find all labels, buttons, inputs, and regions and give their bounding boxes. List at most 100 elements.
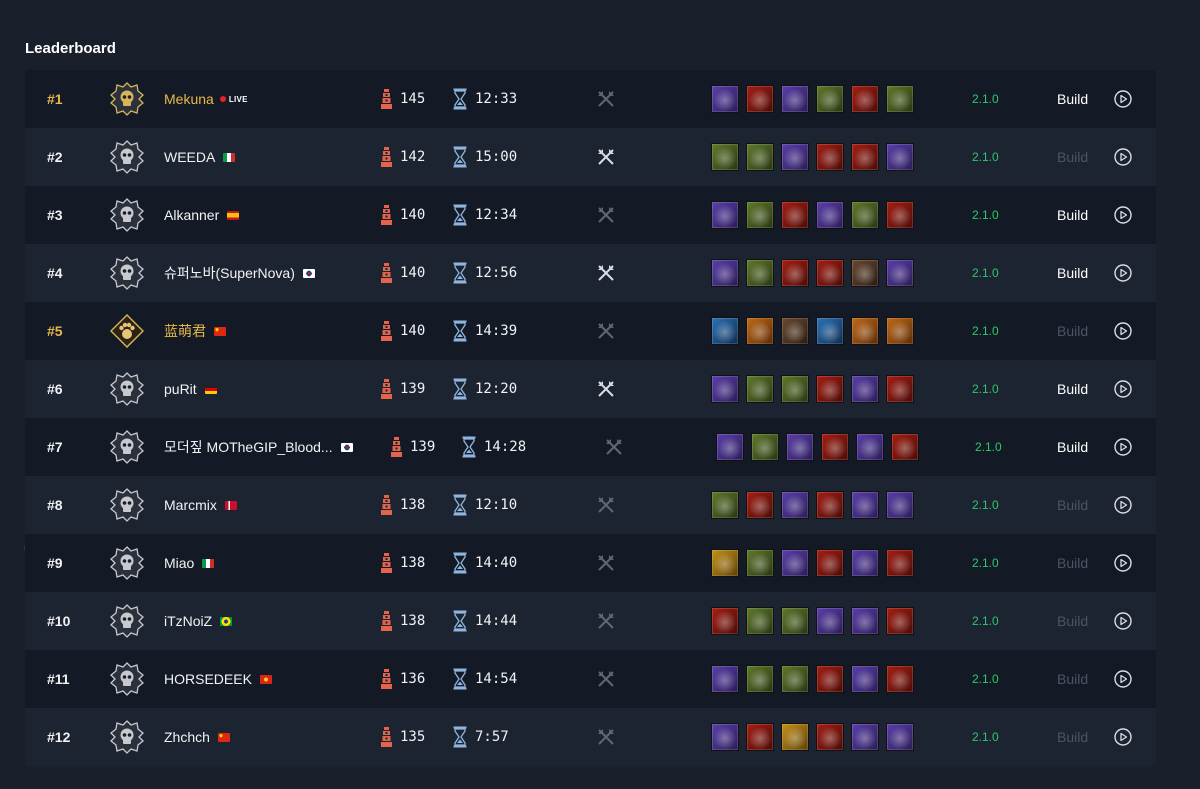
skill-icon[interactable] [711, 259, 739, 287]
play-video-icon[interactable] [1114, 496, 1132, 514]
player-name[interactable]: puRit [164, 381, 217, 397]
skill-icon[interactable] [851, 375, 879, 403]
table-row[interactable]: #9 Miao 138 14:40 2.1.0 Build [25, 534, 1156, 592]
skill-icon[interactable] [886, 607, 914, 635]
skill-icon[interactable] [891, 433, 919, 461]
skill-icon[interactable] [886, 143, 914, 171]
build-link[interactable]: Build [1057, 555, 1088, 571]
table-row[interactable]: #11 HORSEDEEK 136 14:54 2.1.0 Build [25, 650, 1156, 708]
skill-icon[interactable] [851, 259, 879, 287]
skill-icon[interactable] [781, 607, 809, 635]
table-row[interactable]: #4 슈퍼노바(SuperNova) 140 12:56 2.1.0 Build [25, 244, 1156, 302]
skill-icon[interactable] [816, 607, 844, 635]
table-row[interactable]: #7 모더짚 MOTheGIP_Blood... 139 14:28 2.1.0… [25, 418, 1156, 476]
skill-icon[interactable] [781, 723, 809, 751]
table-row[interactable]: #6 puRit 139 12:20 2.1.0 Build [25, 360, 1156, 418]
skill-icon[interactable] [816, 143, 844, 171]
skill-icon[interactable] [886, 201, 914, 229]
skill-icon[interactable] [816, 85, 844, 113]
skill-icon[interactable] [886, 665, 914, 693]
table-row[interactable]: #2 WEEDA 142 15:00 2.1.0 Build [25, 128, 1156, 186]
skill-icon[interactable] [851, 201, 879, 229]
live-badge[interactable]: LIVE [219, 95, 248, 104]
skill-icon[interactable] [851, 549, 879, 577]
skill-icon[interactable] [716, 433, 744, 461]
player-name[interactable]: 蓝萌君 [164, 321, 226, 341]
skill-icon[interactable] [746, 201, 774, 229]
table-row[interactable]: #5 蓝萌君 140 14:39 2.1.0 Build [25, 302, 1156, 360]
skill-icon[interactable] [711, 549, 739, 577]
skill-icon[interactable] [851, 317, 879, 345]
build-link[interactable]: Build [1057, 729, 1088, 745]
skill-icon[interactable] [746, 491, 774, 519]
skill-icon[interactable] [781, 143, 809, 171]
play-video-icon[interactable] [1114, 90, 1132, 108]
skill-icon[interactable] [816, 201, 844, 229]
skill-icon[interactable] [711, 665, 739, 693]
skill-icon[interactable] [751, 433, 779, 461]
build-link[interactable]: Build [1057, 149, 1088, 165]
skill-icon[interactable] [746, 317, 774, 345]
play-video-icon[interactable] [1114, 148, 1132, 166]
build-link[interactable]: Build [1057, 381, 1088, 397]
skill-icon[interactable] [886, 723, 914, 751]
table-row[interactable]: #8 Marcmix 138 12:10 2.1.0 Build [25, 476, 1156, 534]
player-name[interactable]: 슈퍼노바(SuperNova) [164, 263, 315, 283]
skill-icon[interactable] [886, 549, 914, 577]
skill-icon[interactable] [781, 665, 809, 693]
skill-icon[interactable] [711, 723, 739, 751]
player-name[interactable]: Marcmix [164, 497, 237, 513]
skill-icon[interactable] [821, 433, 849, 461]
skill-icon[interactable] [711, 317, 739, 345]
skill-icon[interactable] [781, 85, 809, 113]
skill-icon[interactable] [851, 143, 879, 171]
skill-icon[interactable] [816, 259, 844, 287]
play-video-icon[interactable] [1114, 380, 1132, 398]
build-link[interactable]: Build [1057, 439, 1088, 455]
skill-icon[interactable] [746, 259, 774, 287]
table-row[interactable]: #10 iTzNoiZ 138 14:44 2.1.0 Build [25, 592, 1156, 650]
skill-icon[interactable] [711, 607, 739, 635]
skill-icon[interactable] [781, 549, 809, 577]
table-row[interactable]: #3 Alkanner 140 12:34 2.1.0 Build [25, 186, 1156, 244]
skill-icon[interactable] [851, 723, 879, 751]
skill-icon[interactable] [781, 491, 809, 519]
play-video-icon[interactable] [1114, 206, 1132, 224]
skill-icon[interactable] [781, 317, 809, 345]
skill-icon[interactable] [746, 375, 774, 403]
player-name[interactable]: iTzNoiZ [164, 613, 233, 629]
play-video-icon[interactable] [1114, 554, 1132, 572]
skill-icon[interactable] [816, 375, 844, 403]
skill-icon[interactable] [851, 85, 879, 113]
player-name[interactable]: Mekuna LIVE [164, 91, 248, 107]
player-name[interactable]: 모더짚 MOTheGIP_Blood... [164, 437, 353, 457]
play-video-icon[interactable] [1114, 612, 1132, 630]
skill-icon[interactable] [856, 433, 884, 461]
skill-icon[interactable] [816, 723, 844, 751]
build-link[interactable]: Build [1057, 323, 1088, 339]
skill-icon[interactable] [816, 491, 844, 519]
build-link[interactable]: Build [1057, 265, 1088, 281]
skill-icon[interactable] [746, 665, 774, 693]
skill-icon[interactable] [886, 259, 914, 287]
skill-icon[interactable] [711, 85, 739, 113]
skill-icon[interactable] [886, 375, 914, 403]
skill-icon[interactable] [851, 491, 879, 519]
skill-icon[interactable] [746, 607, 774, 635]
table-row[interactable]: #12 Zhchch 135 7:57 2.1.0 Build [25, 708, 1156, 766]
build-link[interactable]: Build [1057, 613, 1088, 629]
play-video-icon[interactable] [1114, 322, 1132, 340]
play-video-icon[interactable] [1114, 670, 1132, 688]
build-link[interactable]: Build [1057, 207, 1088, 223]
play-video-icon[interactable] [1114, 264, 1132, 282]
build-link[interactable]: Build [1057, 91, 1088, 107]
skill-icon[interactable] [746, 143, 774, 171]
player-name[interactable]: Miao [164, 555, 215, 571]
skill-icon[interactable] [711, 491, 739, 519]
player-name[interactable]: WEEDA [164, 149, 236, 165]
play-video-icon[interactable] [1114, 438, 1132, 456]
skill-icon[interactable] [886, 317, 914, 345]
skill-icon[interactable] [816, 549, 844, 577]
skill-icon[interactable] [851, 607, 879, 635]
skill-icon[interactable] [816, 665, 844, 693]
